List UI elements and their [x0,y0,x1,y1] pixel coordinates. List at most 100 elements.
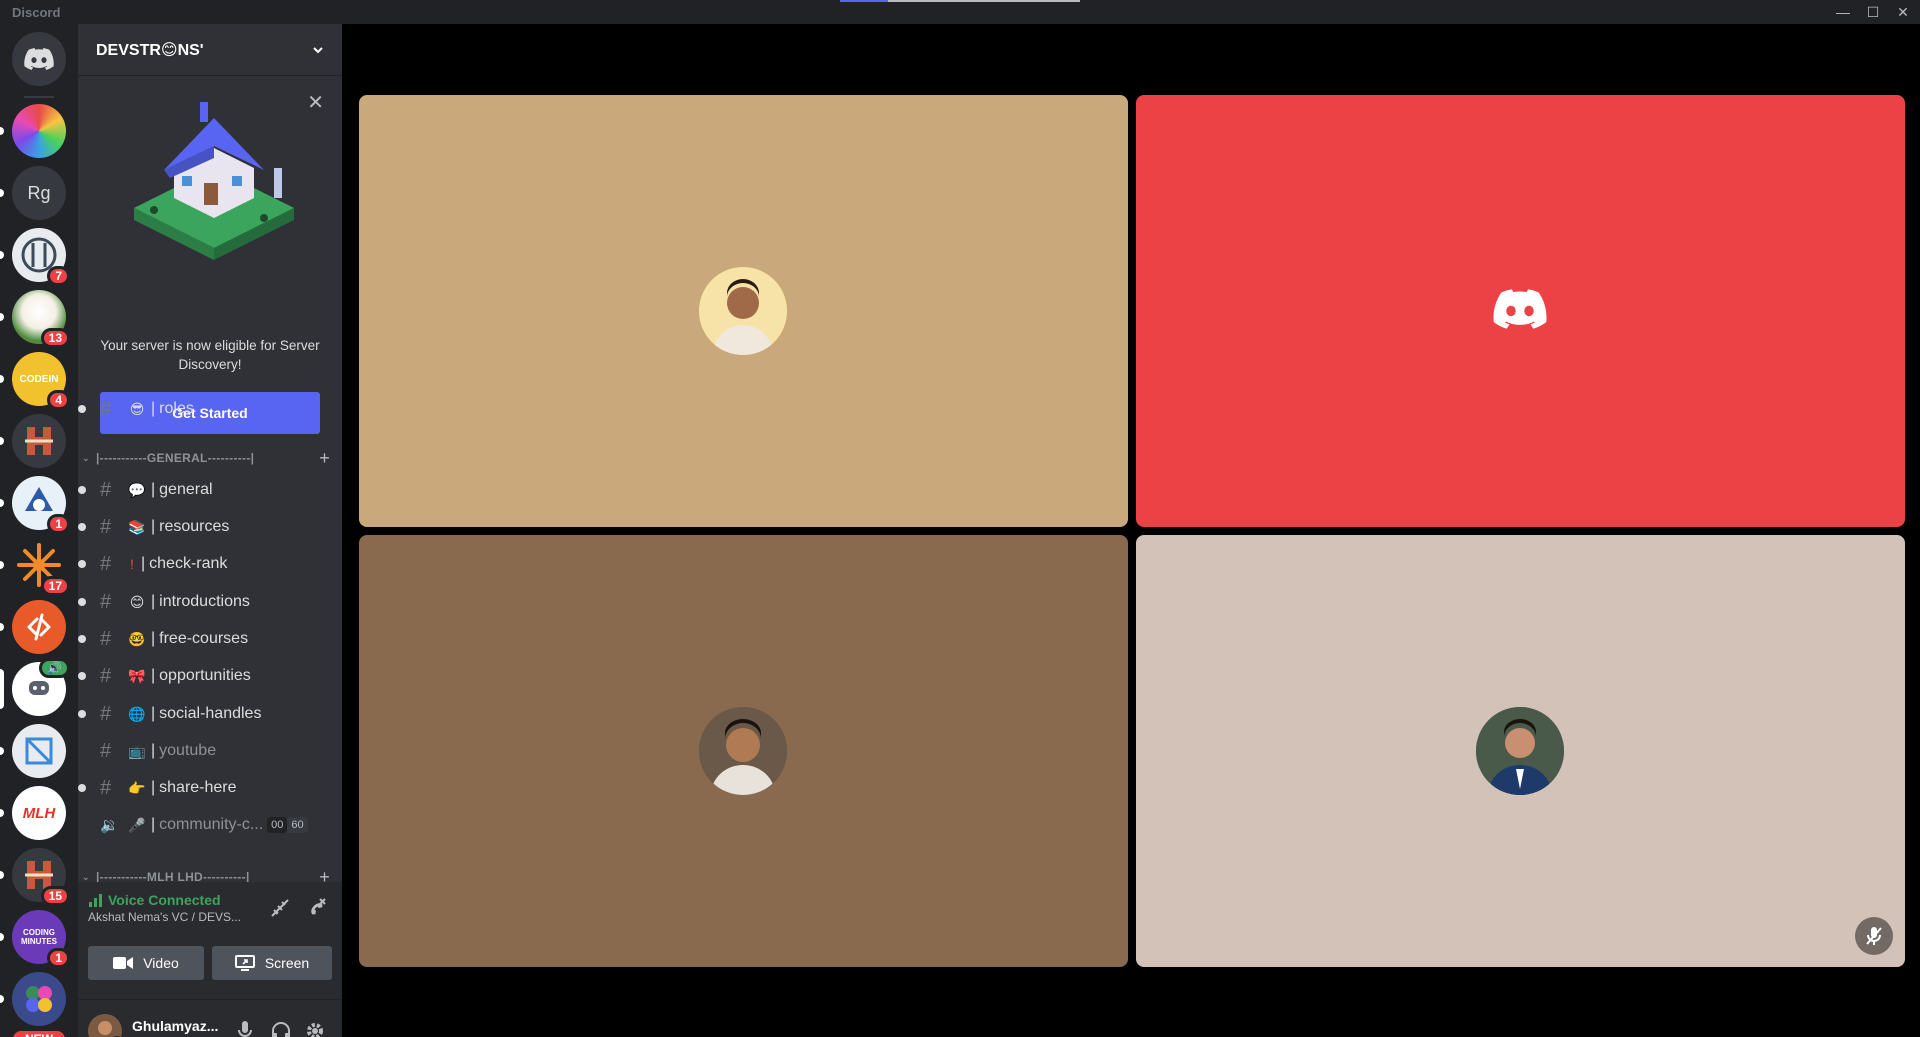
screen-label: Screen [264,955,310,971]
channel-general[interactable]: # 💬 | general [78,473,334,507]
voice-channel-community[interactable]: 🔉 🎤 | community-c... 00 60 [86,808,334,842]
user-panel: Ghulamyaz... #8543 [78,1000,342,1037]
ribbon-emoji-icon: 🎀 [128,667,146,684]
unread-badge: 1 [47,948,70,968]
channel-label: roles [159,400,194,417]
server-icon-mlh[interactable]: MLH [0,786,66,840]
server-icon-rg[interactable]: Rg [0,166,66,220]
channel-label: general [159,481,213,498]
update-progress-bar [840,0,1080,2]
category-general[interactable]: ⌄ |-----------GENERAL----------| + [82,448,338,468]
video-camera-icon [113,957,134,969]
server-rail: Rg 7 13 CODEIN 4 1 17 🔊 MLH 15 CODING MI… [0,24,78,1037]
unread-badge: 17 [40,576,70,596]
user-count: 00 [267,817,288,833]
username[interactable]: Ghulamyaz... [132,1018,218,1034]
server-icon-6[interactable] [0,414,66,468]
chevron-down-icon [313,46,323,53]
channel-share-here[interactable]: # 👉 | share-here [78,771,334,805]
server-icon-10[interactable]: 🔊 [0,658,70,716]
screen-share-icon [234,955,255,971]
server-icon-4[interactable]: 13 [0,290,70,348]
video-tile-4[interactable] [1136,535,1905,967]
channel-label: opportunities [159,667,251,684]
close-icon[interactable]: ✕ [307,90,324,115]
channel-label: social-handles [159,705,262,722]
hash-icon: # [100,397,112,420]
chevron-down-icon: ⌄ [82,871,90,882]
channel-introductions[interactable]: # 😊 | introductions [78,585,334,619]
server-icon-codein[interactable]: CODEIN 4 [0,352,70,410]
screen-share-button[interactable]: Screen [212,946,332,980]
channel-label: introductions [159,593,250,610]
nerd-emoji-icon: 🤓 [128,630,146,647]
channel-label: youtube [159,742,217,759]
hash-icon: # [100,739,112,762]
video-stage [342,24,1920,1037]
channel-label: community-c... [159,816,264,833]
video-tile-3[interactable] [359,535,1128,967]
category-label: |-----------GENERAL----------| [96,451,255,465]
title-bar: Discord — ☐ ✕ [0,0,1920,24]
speaker-icon: 🔉 [100,817,119,834]
server-icon-3[interactable]: 7 [0,228,70,286]
signal-icon [89,894,102,907]
avatar[interactable] [88,1014,122,1037]
microphone-emoji-icon: 🎤 [128,816,146,833]
channel-label: free-courses [159,630,249,647]
rail-divider [24,96,54,98]
channel-roles[interactable]: # 😎 | roles [78,392,334,426]
discord-logo-icon [1493,289,1547,329]
voice-status-panel: Voice Connected Akshat Nema's VC / DEVS.… [78,882,342,1000]
maximize-button[interactable]: ☐ [1858,0,1888,24]
channel-sidebar: DEVSTR😊NS' ✕ Your server is now eligible… [78,24,342,1037]
hash-threads-icon: # [100,627,112,650]
channel-social-handles[interactable]: # 🌐 | social-handles [78,697,334,731]
server-icon-9[interactable] [0,600,66,654]
unread-badge: 15 [40,886,70,906]
video-tile-1[interactable] [359,95,1128,527]
minimize-button[interactable]: — [1828,0,1858,24]
channel-check-rank[interactable]: #! | check-rank [78,547,334,581]
channel-resources[interactable]: # 📚 | resources [78,510,334,544]
channel-free-courses[interactable]: # 🤓 | free-courses [78,622,334,656]
server-icon-8[interactable]: 17 [0,538,70,596]
voice-connected-status[interactable]: Voice Connected [88,892,221,908]
server-icon-13[interactable]: 15 [0,848,70,906]
channel-label: check-rank [149,555,228,572]
tv-emoji-icon: 📺 [128,742,146,759]
exclamation-emoji-icon: ! [130,556,134,572]
close-window-button[interactable]: ✕ [1888,0,1918,24]
voice-location[interactable]: Akshat Nema's VC / DEVS... [88,910,241,924]
app-title: Discord [12,5,61,20]
house-illustration [134,102,294,260]
unread-badge: 13 [40,328,70,348]
hash-icon: # [100,590,112,613]
video-button[interactable]: Video [88,946,204,980]
channel-label: share-here [159,779,237,796]
hash-icon: # [100,478,112,501]
server-header[interactable]: DEVSTR😊NS' [78,24,342,76]
noise-suppression-icon[interactable] [268,896,292,920]
disconnect-icon[interactable] [304,896,328,920]
home-button[interactable] [12,32,66,86]
hash-threads-icon: # [100,664,112,687]
server-icon-7[interactable]: 1 [0,476,70,534]
server-icon-11[interactable] [0,724,66,778]
server-icon-1[interactable] [0,104,66,158]
new-badge: NEW [10,1028,68,1037]
discovery-banner: ✕ Your server is now eligible for Server… [78,76,342,434]
channel-label: resources [159,518,230,535]
microphone-icon[interactable] [232,1018,258,1037]
add-channel-icon[interactable]: + [319,448,330,469]
gear-icon[interactable] [302,1018,328,1037]
pointing-hand-emoji-icon: 👉 [128,779,146,796]
server-icon-coding-minutes[interactable]: CODING MINUTES 1 [0,910,70,968]
channel-opportunities[interactable]: # 🎀 | opportunities [78,659,334,693]
channel-youtube[interactable]: # 📺 | youtube [86,734,334,768]
video-tile-2[interactable] [1136,95,1905,527]
smiling-emoji-icon: 😊 [129,593,145,610]
headphones-icon[interactable] [268,1018,294,1037]
hash-threads-icon: # [100,515,112,538]
server-folder[interactable] [0,972,66,1026]
